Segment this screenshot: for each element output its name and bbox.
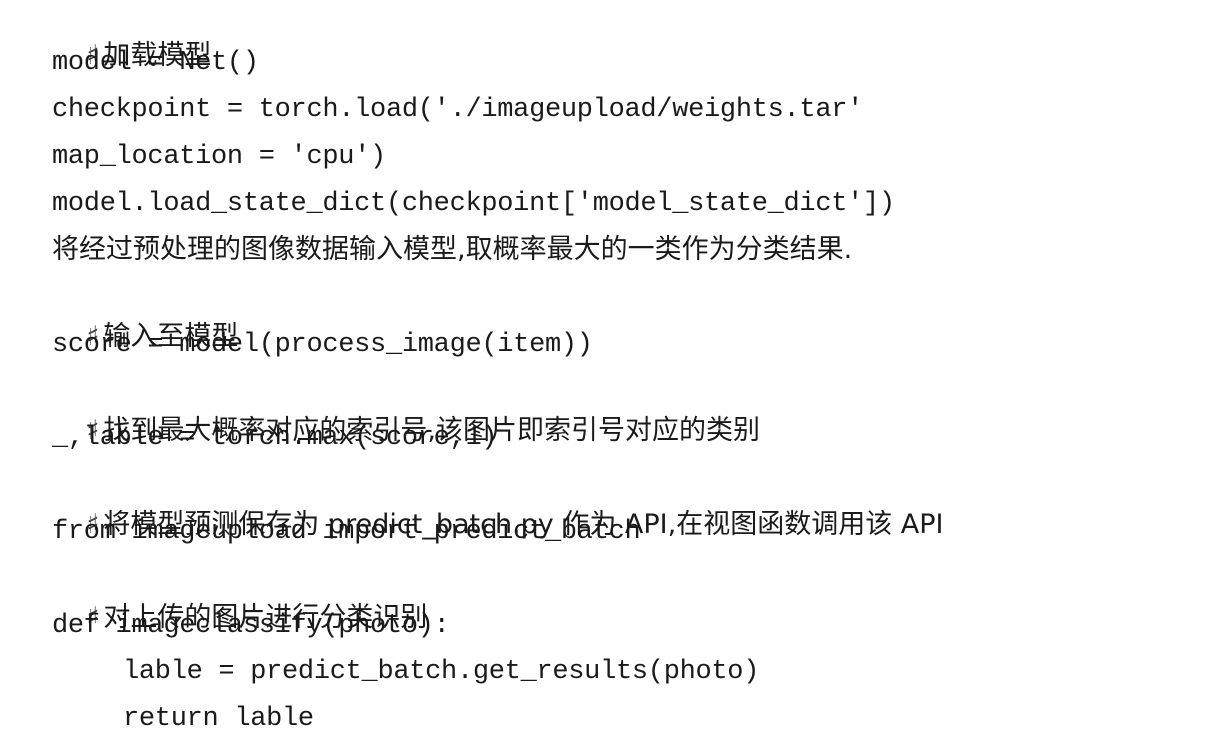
- comment-find-max: ♯ 找到最大概率对应的索引号,该图片即索引号对应的类别: [52, 371, 760, 446]
- code-line-get-results: lable = predict_batch.get_results(photo): [123, 657, 760, 687]
- code-line-load-state-dict: model.load_state_dict(checkpoint['model_…: [52, 189, 895, 219]
- code-line-score: score = model(process_image(item)): [52, 330, 593, 360]
- code-line-model-init: model = Net(): [52, 48, 259, 78]
- prose-description: 将经过预处理的图像数据输入模型,取概率最大的一类作为分类结果.: [52, 234, 853, 265]
- code-line-def: def imageclassify(photo):: [52, 611, 450, 641]
- code-line-import: from imageupload import predict_batch: [52, 517, 641, 547]
- comment-save-api: ♯ 将模型预测保存为 predict_batch.py 作为 API,在视图函数调…: [52, 465, 943, 540]
- comment-input-model: ♯ 输入至模型: [52, 277, 238, 352]
- code-line-map-location: map_location = 'cpu'): [52, 142, 386, 172]
- code-line-checkpoint: checkpoint = torch.load('./imageupload/w…: [52, 95, 864, 125]
- code-line-torch-max: _,lable = torch.max(score,1): [52, 423, 498, 453]
- comment-classify-upload: ♯ 对上传的图片进行分类识别: [52, 558, 427, 633]
- code-line-return: return lable: [123, 704, 314, 734]
- comment-load-model: ♯ 加载模型: [52, 0, 211, 71]
